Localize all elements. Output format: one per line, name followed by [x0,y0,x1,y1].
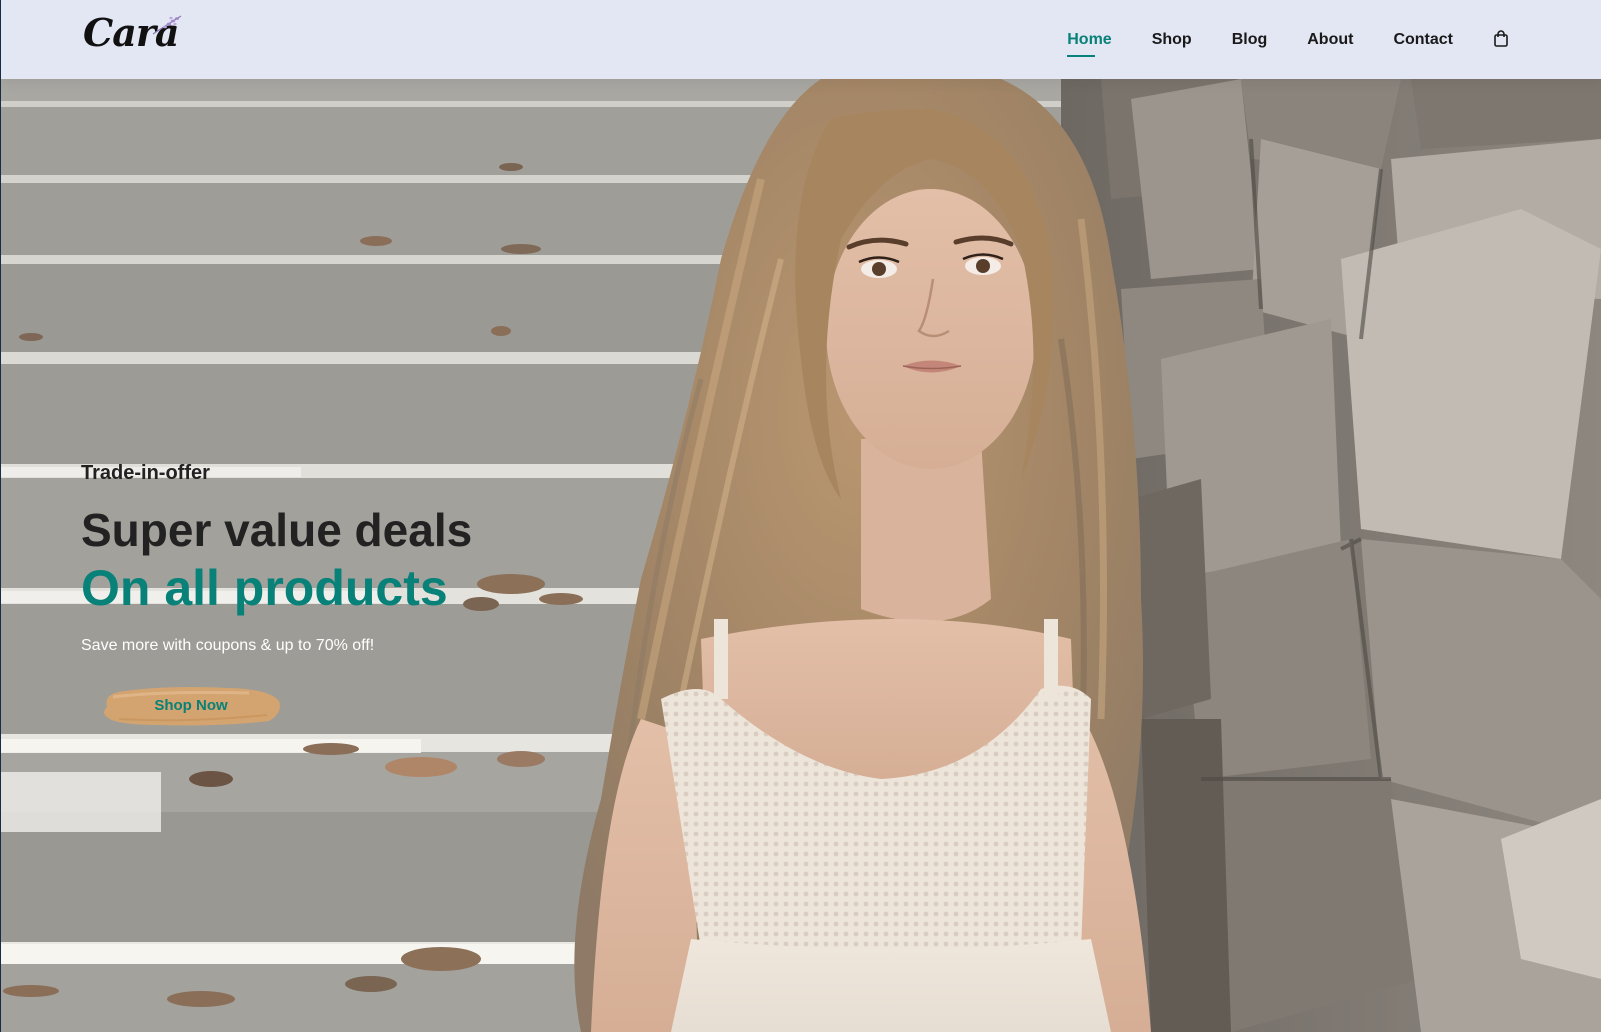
hero-tagline: Trade-in-offer [81,462,210,484]
hero-section: Trade-in-offer Super value deals On all … [1,79,1601,1032]
nav-item-cart [1493,22,1509,57]
stone-wall [1061,79,1601,1032]
shopping-bag-icon [1494,30,1508,47]
nav-link-about[interactable]: About [1307,25,1353,55]
nav-link-contact[interactable]: Contact [1393,25,1453,55]
nav-item-about: About [1307,25,1353,55]
cart-link[interactable] [1493,22,1509,57]
nav-link-blog[interactable]: Blog [1232,25,1268,55]
hero-heading: Super value deals [81,504,473,556]
lavender-sprig-icon [152,15,182,35]
hero-highlight: On all products [81,560,448,616]
nav-link-home[interactable]: Home [1067,25,1111,55]
nav-item-blog: Blog [1232,25,1268,55]
logo[interactable]: Cara [83,8,183,60]
hero-text-block: Trade-in-offer Super value deals On all … [81,462,472,729]
shop-now-button[interactable]: Shop Now [99,683,283,729]
nav-item-home: Home [1067,25,1111,55]
site-header: Cara Home Shop Blog About Contact [1,0,1601,79]
shop-now-label: Shop Now [154,697,228,714]
nav-link-shop[interactable]: Shop [1152,25,1192,55]
nav-item-shop: Shop [1152,25,1192,55]
hero-subtext: Save more with coupons & up to 70% off! [81,637,375,654]
page: Cara Home Shop Blog About Contact Trade-… [0,0,1601,1032]
main-nav: Home Shop Blog About Contact [1027,0,1509,79]
nav-item-contact: Contact [1393,25,1453,55]
